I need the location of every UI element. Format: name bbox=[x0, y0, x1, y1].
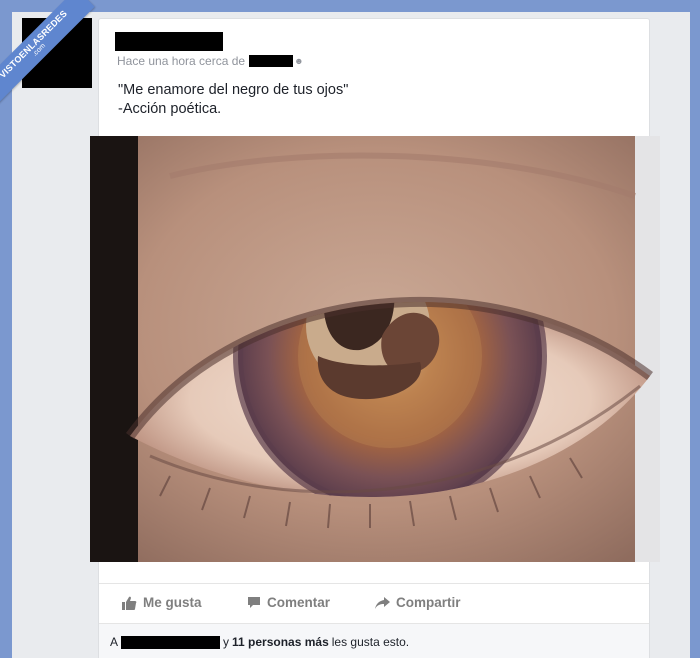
location-redacted[interactable] bbox=[249, 55, 294, 67]
likes-count-link[interactable]: 11 personas más bbox=[232, 635, 329, 649]
liker-name-redacted[interactable] bbox=[121, 635, 221, 649]
speech-bubble-icon bbox=[248, 597, 260, 608]
comment-label: Comentar bbox=[267, 595, 331, 610]
post-photo[interactable] bbox=[90, 136, 660, 562]
author-name-redacted[interactable] bbox=[115, 32, 223, 51]
comment-button[interactable]: Comentar bbox=[247, 595, 330, 610]
frame-right-border bbox=[690, 0, 700, 658]
thumbs-up-icon bbox=[122, 596, 137, 610]
likes-prefix: A bbox=[110, 635, 119, 649]
like-label: Me gusta bbox=[143, 595, 202, 610]
share-button[interactable]: Compartir bbox=[375, 595, 461, 610]
likes-summary: A y 11 personas más les gusta esto. bbox=[99, 623, 649, 658]
likes-suffix: les gusta esto. bbox=[331, 635, 410, 649]
post-actions: Me gusta Comentar Compartir bbox=[99, 583, 649, 623]
share-label: Compartir bbox=[396, 595, 461, 610]
post-timestamp[interactable]: Hace una hora cerca de bbox=[117, 54, 245, 68]
likes-connector: y bbox=[223, 635, 230, 649]
like-button[interactable]: Me gusta bbox=[122, 595, 202, 610]
post-meta: Hace una hora cerca de ☻ bbox=[117, 54, 304, 68]
likes-sentence: A y 11 personas más les gusta esto. bbox=[110, 635, 409, 649]
post-text-line: -Acción poética. bbox=[118, 101, 222, 117]
share-arrow-icon bbox=[375, 596, 390, 609]
post-text-line: "Me enamore del negro de tus ojos" bbox=[118, 82, 349, 98]
friends-icon[interactable]: ☻ bbox=[294, 56, 303, 66]
frame-top-border bbox=[0, 0, 700, 12]
post-text: "Me enamore del negro de tus ojos" -Acci… bbox=[118, 81, 348, 119]
post-card: Hace una hora cerca de ☻ "Me enamore del… bbox=[90, 18, 660, 658]
